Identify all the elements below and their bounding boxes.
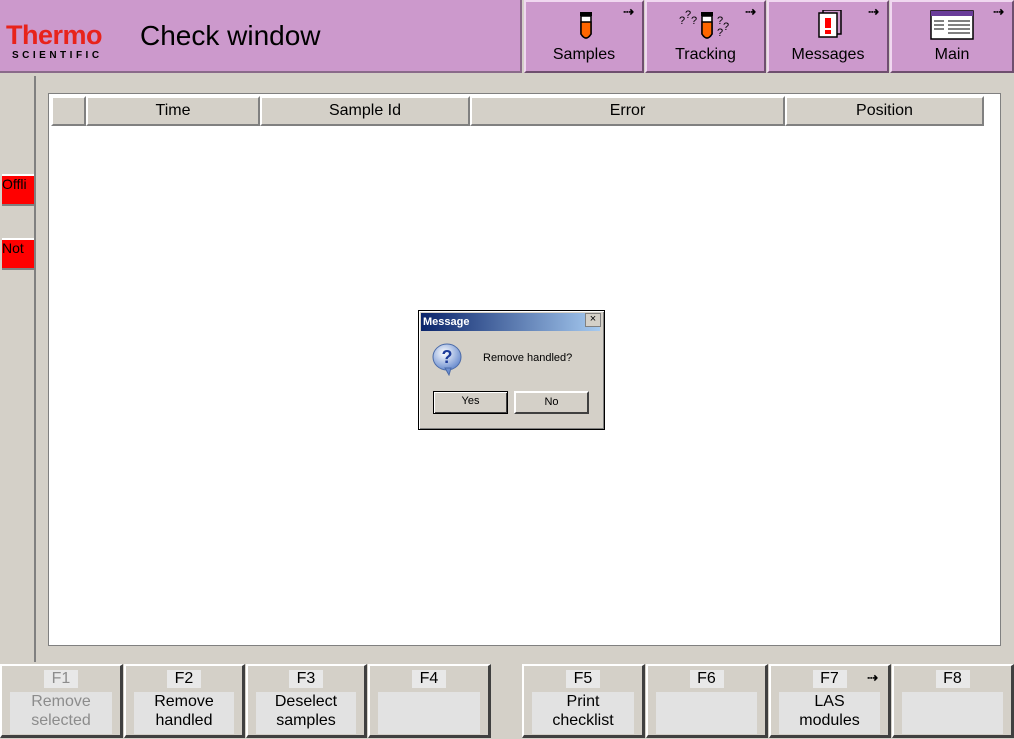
sidebar: Offli Not xyxy=(0,76,36,662)
f4-button[interactable]: F4 xyxy=(368,664,491,738)
page-title: Check window xyxy=(140,20,321,51)
column-header-time[interactable]: Time xyxy=(86,96,260,126)
samples-button[interactable]: ⇢ Samples xyxy=(524,0,644,73)
sidebar-item-label: Not xyxy=(2,240,24,256)
svg-text:?: ? xyxy=(717,27,723,39)
header-bar: Thermo SCIENTIFIC Check window xyxy=(0,0,522,73)
close-icon[interactable]: × xyxy=(585,313,601,327)
messages-icon xyxy=(818,10,842,38)
yes-button[interactable]: Yes xyxy=(433,391,508,414)
tracking-icon: ? ? ? ? ? ? xyxy=(679,10,729,39)
dialog-title: Message xyxy=(421,313,600,331)
f7-las-modules-button[interactable]: F7 ⇢ LAS modules xyxy=(769,664,891,738)
fkey-text: Deselect samples xyxy=(256,692,356,734)
f1-remove-selected-button[interactable]: F1 Remove selected xyxy=(0,664,123,738)
test-tube-icon xyxy=(580,12,592,39)
fkey-text-line1: Remove xyxy=(31,693,91,710)
logo-scientific: SCIENTIFIC xyxy=(12,50,103,61)
main-label: Main xyxy=(934,46,970,63)
tracking-button[interactable]: ? ? ? ? ? ? ⇢ Tracking xyxy=(645,0,766,73)
fkey-label: F2 xyxy=(167,670,201,688)
fkey-text: Remove selected xyxy=(10,692,112,734)
sidebar-item-offline[interactable]: Offli xyxy=(2,174,34,206)
samples-label: Samples xyxy=(552,46,616,63)
fkey-text-line2: modules xyxy=(799,712,860,729)
fkey-text-line2: selected xyxy=(31,712,91,729)
fkey-label: F6 xyxy=(689,670,724,688)
column-header-error[interactable]: Error xyxy=(470,96,785,126)
sidebar-item-label: Offli xyxy=(2,176,27,192)
fkey-label: F5 xyxy=(566,670,600,688)
fkey-text xyxy=(656,692,757,734)
fkey-text-line2: samples xyxy=(276,712,336,729)
question-icon: ? xyxy=(432,343,462,376)
svg-text:?: ? xyxy=(691,15,697,27)
messages-button[interactable]: ⇢ Messages xyxy=(767,0,889,73)
f8-button[interactable]: F8 xyxy=(892,664,1014,738)
fkey-text-line2: checklist xyxy=(552,712,614,729)
sidebar-item-not[interactable]: Not xyxy=(2,238,34,270)
fkey-label: F3 xyxy=(289,670,323,688)
column-header-sample-id[interactable]: Sample Id xyxy=(260,96,470,126)
fkey-text-line1: Remove xyxy=(154,693,214,710)
column-header-select[interactable] xyxy=(51,96,86,126)
arrow-right-icon: ⇢ xyxy=(623,4,634,19)
fkey-text-line1: LAS xyxy=(814,693,845,710)
f6-button[interactable]: F6 xyxy=(646,664,768,738)
messages-label: Messages xyxy=(791,46,865,63)
arrow-right-icon: ⇢ xyxy=(993,4,1004,19)
dialog-message: Remove handled? xyxy=(483,352,573,364)
arrow-right-icon: ⇢ xyxy=(867,670,878,685)
logo-thermo: Thermo xyxy=(6,20,103,50)
column-header-position[interactable]: Position xyxy=(785,96,984,126)
main-window-icon xyxy=(930,10,974,40)
fkey-text: LAS modules xyxy=(779,692,880,734)
fkey-text-line1: Print xyxy=(566,693,600,710)
fkey-text xyxy=(902,692,1003,734)
fkey-text xyxy=(378,692,480,734)
fkey-label: F7 xyxy=(812,670,847,688)
fkey-label: F1 xyxy=(44,670,78,688)
f5-print-checklist-button[interactable]: F5 Print checklist xyxy=(522,664,645,738)
fkey-label: F8 xyxy=(935,670,970,688)
fkey-text-line2: handled xyxy=(155,712,213,729)
main-button[interactable]: ⇢ Main xyxy=(890,0,1014,73)
arrow-right-icon: ⇢ xyxy=(745,4,756,19)
f3-deselect-samples-button[interactable]: F3 Deselect samples xyxy=(246,664,367,738)
fkey-label: F4 xyxy=(412,670,446,688)
arrow-right-icon: ⇢ xyxy=(868,4,879,19)
message-dialog: Message × ? Remove handled? Yes No xyxy=(418,310,605,430)
fkey-text: Remove handled xyxy=(134,692,234,734)
svg-text:?: ? xyxy=(723,21,729,33)
fkey-text-line1: Deselect xyxy=(274,693,338,710)
f2-remove-handled-button[interactable]: F2 Remove handled xyxy=(124,664,245,738)
tracking-label: Tracking xyxy=(675,46,736,63)
no-button[interactable]: No xyxy=(514,391,589,414)
fkey-text: Print checklist xyxy=(532,692,634,734)
svg-text:?: ? xyxy=(442,347,453,367)
